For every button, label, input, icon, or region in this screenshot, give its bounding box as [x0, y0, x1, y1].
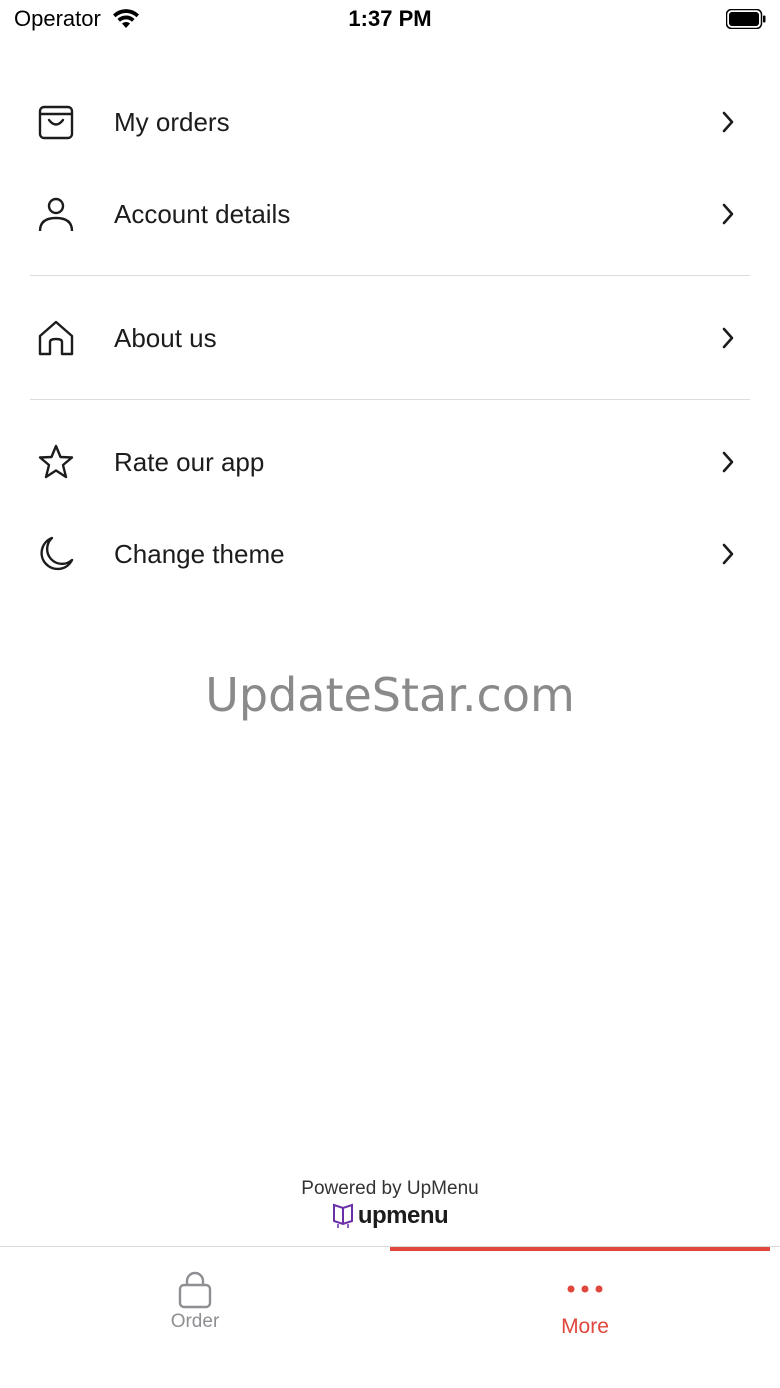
- moon-icon: [40, 536, 74, 571]
- brand-logo: upmenu: [0, 1202, 780, 1230]
- watermark: UpdateStar.com: [205, 668, 575, 722]
- user-icon: [38, 197, 74, 232]
- menu-item-rate-our-app[interactable]: Rate our app: [30, 416, 750, 508]
- battery-icon: [726, 9, 766, 29]
- tab-label: More: [561, 1315, 609, 1338]
- clock: 1:37 PM: [348, 6, 432, 31]
- tab-label: Order: [170, 1311, 220, 1332]
- divider: [30, 275, 750, 276]
- home-icon: [38, 320, 74, 356]
- menu-item-label: My orders: [114, 106, 230, 137]
- chevron-right-icon: [722, 327, 734, 349]
- tab-bar: Order More: [0, 1246, 780, 1388]
- menu-item-about-us[interactable]: About us: [30, 292, 750, 384]
- more-dots-icon: [567, 1285, 603, 1293]
- menu-item-label: Change theme: [114, 538, 285, 569]
- tab-more[interactable]: More: [390, 1247, 780, 1388]
- menu-item-my-orders[interactable]: My orders: [30, 76, 750, 168]
- menu-item-change-theme[interactable]: Change theme: [30, 508, 750, 600]
- bag-icon: [178, 1271, 212, 1309]
- upmenu-logo-icon: [332, 1203, 353, 1228]
- menu-item-label: Rate our app: [114, 446, 265, 477]
- brand-name: upmenu: [357, 1202, 449, 1229]
- menu-item-label: Account details: [114, 198, 291, 229]
- active-tab-indicator: [390, 1247, 770, 1251]
- chevron-right-icon: [722, 111, 734, 133]
- powered-by-text: Powered by UpMenu: [301, 1178, 479, 1199]
- shopping-bag-icon: [38, 105, 74, 140]
- menu-item-account-details[interactable]: Account details: [30, 168, 750, 260]
- tab-order[interactable]: Order: [0, 1247, 390, 1388]
- divider: [30, 399, 750, 400]
- status-bar: Operator 1:37 PM: [0, 0, 780, 40]
- chevron-right-icon: [722, 543, 734, 565]
- menu-item-label: About us: [114, 322, 217, 353]
- chevron-right-icon: [722, 451, 734, 473]
- chevron-right-icon: [722, 203, 734, 225]
- star-icon: [38, 444, 74, 479]
